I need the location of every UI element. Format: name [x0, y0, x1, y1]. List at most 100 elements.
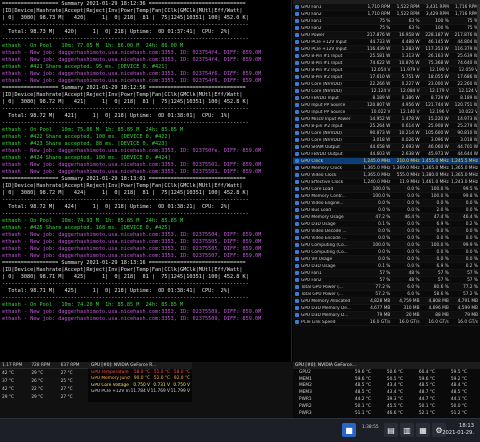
sensor-name: GPU Core (NVVDD)	[301, 130, 342, 136]
sensor-value: 3.096 W	[430, 137, 449, 143]
sensor-value: 57 %	[379, 270, 391, 276]
sensor-row[interactable]: GPU Effective Clock 1,240.0 MHz 11.9 MHz 1,…	[293, 179, 480, 186]
sensor-value: 17.610 W	[369, 74, 391, 80]
gpu-temp-row[interactable]: PWR1 44.2 °C 39.3 °C 44.7 °C 44.1 °C	[293, 396, 480, 403]
osd-row: GPU PCIe +12V Input Voltage11.784 V11.76…	[88, 389, 192, 396]
sensor-row[interactable]: GPU Fan2 1,710 RPM 1,522 RPM 3,429 RPM 1,716…	[293, 11, 480, 18]
sensor-icon	[295, 264, 299, 268]
sensor-row[interactable]: GPU D3D Usage 0.1 % 0.0 % 6.9 % 0.2 %	[293, 263, 480, 270]
sensor-name: GPU FBVDD Output	[301, 151, 343, 157]
sensor-row[interactable]: GPU Memory Contr... 100.0 % 0.0 % 100.0 % 99…	[293, 193, 480, 200]
sensor-row[interactable]: GPU Fan1 57 % 48 % 57 % 57 %	[293, 270, 480, 277]
sensor-icon	[295, 152, 299, 156]
gpu-icon[interactable]: ▦	[416, 423, 430, 437]
gpu-temp-value: 43.4 °C	[386, 383, 403, 389]
sensor-row[interactable]: GPU Computing (Co... 100.0 % 0.0 % 100.0 % 9…	[293, 242, 480, 249]
sensor-value: 217.876 W	[367, 32, 391, 38]
gpu-temp-value: 44.1 °C	[450, 397, 467, 403]
sensor-icon	[295, 222, 299, 226]
cpu-temps-panel: 1.17 RPM 728 RPM 637 RPM 42 °C 29 °C 27 °C 37 …	[0, 362, 88, 422]
sensor-row[interactable]: GPU FBVDD Output 44.603 W 2.638 W 45.973 W 4…	[293, 151, 480, 158]
sensor-row[interactable]: GPU Power 217.876 W 16.958 W 228.187 W 217.8…	[293, 32, 480, 39]
sensor-row[interactable]: GPU VR Usage 0.0 % 0.0 % 0.0 % 0.0 %	[293, 256, 480, 263]
terminal-line: ethash - New job: daggerhashimoto.usa.ni…	[2, 239, 262, 245]
sensor-name: GPU PCIe +12V Input	[301, 46, 347, 52]
sensor-value: 0.0 %	[436, 228, 449, 234]
gpu-temp-value: 48.5 °C	[450, 390, 467, 396]
gpu-temp-row[interactable]: MEM2 48.5 °C 43.4 °C 48.5 °C 48.4 °C	[293, 383, 480, 390]
sensor-row[interactable]: GPU Core (NVVDD) 12.124 V 12.084 V 12.179 V…	[293, 88, 480, 95]
sensor-row[interactable]: GPU D3D Memory D... 79 MB 20 MB 88 MB 79 MB	[293, 312, 480, 319]
gpu-temp-row[interactable]: PWR2 50.1 °C 45.5 °C 50.1 °C 50.0 °C	[293, 403, 480, 410]
sensor-row[interactable]: PCIe Link Speed 16.0 GT/s 16.0 GT/s 16.0 GT…	[293, 319, 480, 326]
sensor-name: GPU Video Encode ...	[301, 235, 347, 241]
sensor-row[interactable]: GPU Input PP Source 10.022 V 12.140 V 12.19…	[293, 109, 480, 116]
sensor-value: 1,240.0 MHz	[363, 179, 391, 185]
sensor-icon	[295, 180, 299, 184]
sensor-row[interactable]: GPU Bus Load 0.0 % 0.0 % 2.0 % 0.0 %	[293, 207, 480, 214]
sensor-value: 74.622 W	[369, 60, 391, 66]
sensor-row[interactable]: GPU PCIe +12V Input 44.733 W 4.488 W 46.145…	[293, 39, 480, 46]
gpu-temp-row[interactable]: MEM1 59.6 °C 50.5 °C 59.6 °C 59.2 °C	[293, 376, 480, 383]
sensor-row[interactable]: GPU Video Decode ... 0.0 % 0.0 % 0.0 % 0.0 %	[293, 228, 480, 235]
sensor-row[interactable]: GPU D3D Usage 0.1 % 0.0 % 6.9 % 0.2 %	[293, 221, 480, 228]
sensor-row[interactable]: GPU Core (NVVDD) 90.873 W 10.214 W 105.600 …	[293, 130, 480, 137]
sensor-icon	[295, 33, 299, 37]
sensor-row[interactable]: Total GPU Power (... 77.2 % 6.0 % 80.6 % 77.…	[293, 284, 480, 291]
sensor-row[interactable]: GPU SRAM Output 44.658 W 2.693 W 46.060 W 44…	[293, 144, 480, 151]
sensor-row[interactable]: GPU 8-Pin #2 Input 17.610 W 5.751 W 18.055 …	[293, 74, 480, 81]
gpu-temp-row[interactable]: PWR3 51.1 °C 46.6 °C 52.1 °C 51.2 °C	[293, 410, 480, 417]
sensor-row[interactable]: GPU Core Load 100.0 % 0.0 % 100.0 % 99.5 %	[293, 186, 480, 193]
sensor-row[interactable]: GPU Fan1 1,710 RPM 1,522 RPM 3,431 RPM 1,716…	[293, 4, 480, 11]
sensor-row[interactable]: GPU D3D Memory De... 4,677 MB 310 MB 4,696 …	[293, 305, 480, 312]
sensor-name: Total GPU Power (...	[301, 291, 343, 297]
osd-label: GPU PCIe +12V Input Voltage	[91, 389, 130, 395]
terminal-line: ----------------------------------------…	[2, 36, 249, 42]
sensor-value: 57 %	[467, 270, 478, 276]
taskbar-clock[interactable]: 18:13 2021-01-29.	[442, 423, 474, 437]
sensor-value: 16.0 GT/s	[369, 319, 391, 325]
sensor-value: 2.638 W	[401, 151, 420, 157]
sensor-value: 11.9 MHz	[399, 179, 420, 185]
sensor-row[interactable]: GPU Core (NVVDD) 3.018 W 0.026 W 3.096 W 3.0…	[293, 137, 480, 144]
cpu-temps-cell: 42 °C	[2, 386, 14, 392]
sensor-icon	[295, 82, 299, 86]
folder-icon[interactable]: ▤	[384, 423, 398, 437]
chart-icon[interactable]: ▥	[400, 423, 414, 437]
sensor-row[interactable]: GPU Core (NVVDD) 22.266 W 0.227 W 23.000 W 2…	[293, 81, 480, 88]
sensor-row[interactable]: GPU Video Engine... 0.0 % 0.0 % 0.0 % 0.0 %	[293, 200, 480, 207]
sensor-row[interactable]: GPU Fan2 57 % 48 % 57 % 57 %	[293, 277, 480, 284]
sensor-icon	[295, 54, 299, 58]
sensor-row[interactable]: GPU 8-Pin #1 Input 74.622 W 10.876 W 75.368…	[293, 60, 480, 67]
sensor-value: 120.751 W	[454, 102, 478, 108]
gpu-temp-row[interactable]: GPU2 59.6 °C 50.6 °C 60.4 °C 59.5 °C	[293, 369, 480, 376]
sensor-row[interactable]: GPU Misc0 Input Power 14.952 W 1.478 W 15.2…	[293, 116, 480, 123]
sensor-row[interactable]: GPU Fan2 75 % 63 % 100 % 75 %	[293, 25, 480, 32]
sensor-row[interactable]: GPU Video Clock 1,365.0 MHz 555.0 MHz 1,380…	[293, 172, 480, 179]
terminal-line: ethash - New job: daggerhashimoto.usa.ni…	[2, 316, 262, 322]
sensor-row[interactable]: GPU 8-Pin #1 Input 25.581 W 1.313 W 26.163 …	[293, 53, 480, 60]
sensor-row[interactable]: GPU PCIe +12V Input 116.439 W 1.283 W 117.3…	[293, 46, 480, 53]
sensor-row[interactable]: Total GPU Power (... 57.2 % 6.0 % 58.6 % 57.…	[293, 291, 480, 298]
sensor-value: 90.810 W	[457, 130, 478, 136]
sensor-row[interactable]: GPU FBVDD Input 8.189 W 0.386 W 8.729 W 8.18…	[293, 95, 480, 102]
sensor-row[interactable]: GPU Clock 1,245.0 MHz 210.0 MHz 1,455.0 MHz…	[293, 158, 480, 165]
sensor-row[interactable]: GPU 8-Pin #2 Input 12.054 V 11.979 V 12.190…	[293, 67, 480, 74]
sensor-row[interactable]: GPU Fan1 75 % 63 % 100 % 75 %	[293, 18, 480, 25]
sensor-row[interactable]: GPU 8-pin #2 Input 25.264 W 0.614 W 25.908 …	[293, 123, 480, 130]
sensor-row[interactable]: GPU Memory Allocated 4,828 MB 4,759 MB 4,80…	[293, 298, 480, 305]
terminal-line: ----------------------------------------…	[2, 281, 249, 287]
sensor-row[interactable]: GPU Video Encode ... 0.0 % 0.0 % 0.0 % 0.0 %	[293, 235, 480, 242]
sensor-row[interactable]: GPU Memory Clock 1,365.0 MHz 1,369.0 MHz 1,…	[293, 165, 480, 172]
sensor-value: 6.0 %	[407, 284, 420, 290]
sensor-row[interactable]: GPU Memory Usage 47.2 % 46.4 % 47.4 % 46.4 %	[293, 214, 480, 221]
sensor-value: 1,245.5 MHz	[451, 158, 478, 164]
hw-icon[interactable]: ■	[342, 423, 356, 437]
sensor-value: 0.0 %	[436, 249, 449, 255]
sensor-row[interactable]: GPU Computing (Co... 0.0 % 0.0 % 0.0 % 0.0 %	[293, 249, 480, 256]
gpu-temp-row[interactable]: MEM3 48.5 °C 43.4 °C 48.7 °C 48.5 °C	[293, 389, 480, 396]
gpu-temp-value: 50.5 °C	[386, 376, 403, 382]
sensor-row[interactable]: GPU Input PP Source 120.807 W 4.956 W 121.7…	[293, 102, 480, 109]
terminal-line: ethash - On Pool 10m: 77.05 M 1h: 86.00 …	[2, 43, 184, 49]
sensor-icon	[295, 117, 299, 121]
